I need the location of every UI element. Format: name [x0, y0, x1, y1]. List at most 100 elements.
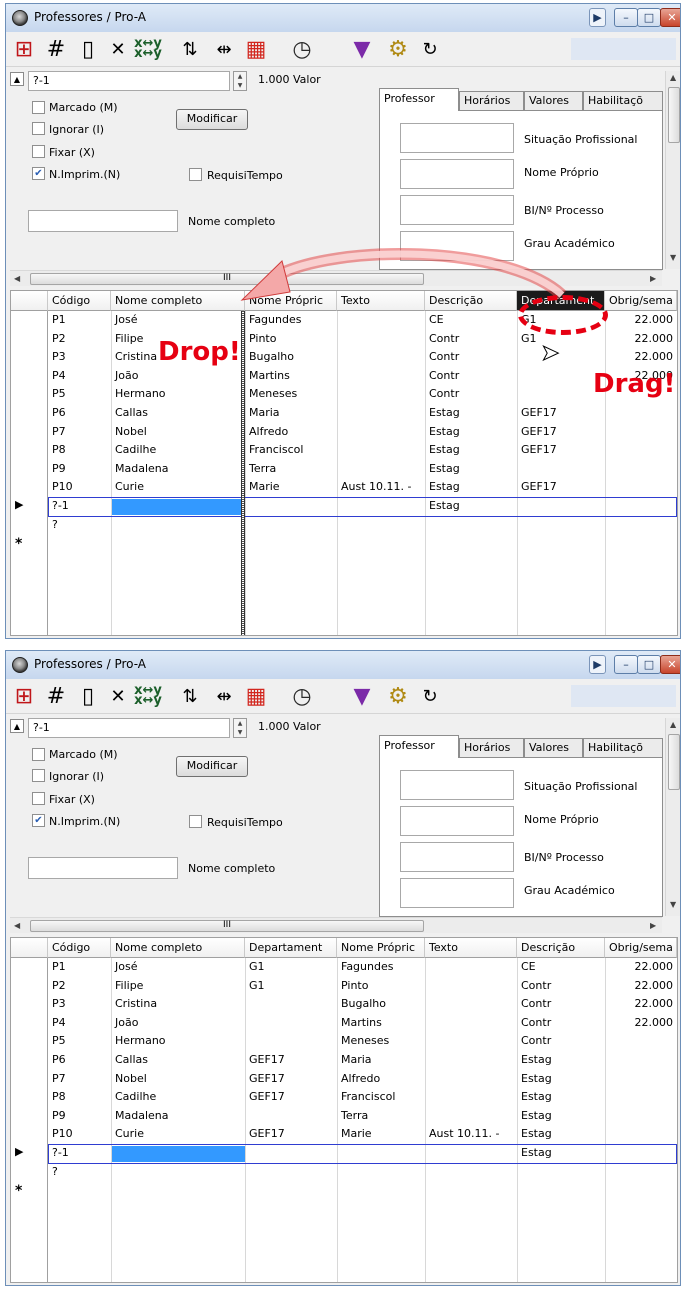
- grid-cell[interactable]: Hermano: [111, 1032, 245, 1050]
- sort-az-icon[interactable]: ⇅: [176, 683, 204, 709]
- grid-cell[interactable]: ?: [48, 1163, 111, 1181]
- grid-cell[interactable]: [605, 1125, 677, 1143]
- grid-cell[interactable]: [425, 1107, 517, 1125]
- play-icon[interactable]: ▶: [589, 655, 606, 674]
- column-header[interactable]: Departament: [245, 938, 337, 958]
- maximize-button[interactable]: □: [637, 655, 661, 674]
- grid-cell[interactable]: [111, 1163, 245, 1181]
- scroll-right-icon[interactable]: ▶: [650, 921, 656, 930]
- grid-select-icon[interactable]: ⊞: [10, 683, 38, 709]
- grid-cell[interactable]: GEF17: [245, 1088, 337, 1106]
- grid-cell[interactable]: Filipe: [111, 977, 245, 995]
- grid-cell[interactable]: Fagundes: [337, 958, 425, 976]
- grid-cell[interactable]: GEF17: [245, 1125, 337, 1143]
- grid-cell[interactable]: [517, 1163, 605, 1181]
- grid-cell[interactable]: P5: [48, 1032, 111, 1050]
- grid-cell[interactable]: [245, 1014, 337, 1032]
- grau-field[interactable]: [400, 878, 514, 908]
- grid-cell[interactable]: [425, 1051, 517, 1069]
- grid-cell[interactable]: [425, 1163, 517, 1181]
- scroll-left-icon[interactable]: ◀: [14, 921, 20, 930]
- grid-cell[interactable]: [111, 1144, 245, 1162]
- tab-professor[interactable]: Professor: [379, 88, 459, 111]
- delete-icon[interactable]: ✕: [104, 683, 132, 709]
- grid-cell[interactable]: 22.000: [605, 995, 677, 1013]
- grid-cell[interactable]: [245, 1163, 337, 1181]
- grid-cell[interactable]: [605, 1051, 677, 1069]
- paint-cup-icon[interactable]: ▼: [348, 683, 376, 709]
- column-header[interactable]: Código: [48, 938, 111, 958]
- chart-icon[interactable]: ▦: [242, 683, 270, 709]
- grid-cell[interactable]: P2: [48, 977, 111, 995]
- tab-professor[interactable]: Professor: [379, 735, 459, 758]
- clock-icon[interactable]: ◷: [288, 683, 316, 709]
- grid-cell[interactable]: 22.000: [605, 977, 677, 995]
- panel-vertical-scrollbar[interactable]: ▲ ▼: [665, 718, 680, 916]
- scroll-down-icon[interactable]: ▼: [670, 900, 676, 909]
- grid-cell[interactable]: Estag: [517, 1125, 605, 1143]
- nome-completo-field[interactable]: [28, 857, 178, 879]
- nome-proprio-field[interactable]: [400, 806, 514, 836]
- grid-cell[interactable]: [425, 1144, 517, 1162]
- grid-cell[interactable]: Bugalho: [337, 995, 425, 1013]
- column-header[interactable]: Nome Própric: [337, 938, 425, 958]
- bi-processo-field[interactable]: [400, 842, 514, 872]
- grid-cell[interactable]: [605, 1032, 677, 1050]
- tab-horarios[interactable]: Horários: [459, 738, 524, 757]
- grid-cell[interactable]: Franciscol: [337, 1088, 425, 1106]
- scroll-up-icon[interactable]: ▲: [670, 720, 676, 729]
- fixar-checkbox[interactable]: [32, 792, 45, 805]
- grid-cell[interactable]: [337, 1163, 425, 1181]
- grid-cell[interactable]: [425, 1070, 517, 1088]
- grid-cell[interactable]: 22.000: [605, 958, 677, 976]
- grid-cell[interactable]: José: [111, 958, 245, 976]
- scroll-thumb[interactable]: [668, 734, 680, 790]
- column-header[interactable]: Texto: [425, 938, 517, 958]
- grid-cell[interactable]: [605, 1070, 677, 1088]
- grid-cell[interactable]: [605, 1163, 677, 1181]
- grid-cell[interactable]: P9: [48, 1107, 111, 1125]
- grid-cell[interactable]: ?-1: [48, 1144, 111, 1162]
- grid-cell[interactable]: Estag: [517, 1051, 605, 1069]
- column-width-icon[interactable]: ⇹: [210, 683, 238, 709]
- grid-cell[interactable]: Terra: [337, 1107, 425, 1125]
- grid-cell[interactable]: [245, 1032, 337, 1050]
- title-bar[interactable]: Professores / Pro-A ▶ – □ ✕: [6, 651, 680, 679]
- grid-cell[interactable]: [605, 1088, 677, 1106]
- grid-cell[interactable]: P6: [48, 1051, 111, 1069]
- teachers-grid[interactable]: Código Nome completo Departament Nome Própr…: [10, 937, 678, 1283]
- grid-cell[interactable]: [605, 1107, 677, 1125]
- grid-cell[interactable]: CE: [517, 958, 605, 976]
- minimize-button[interactable]: –: [614, 655, 638, 674]
- column-header[interactable]: Descrição: [517, 938, 605, 958]
- grid-cell[interactable]: Martins: [337, 1014, 425, 1032]
- marcado-checkbox[interactable]: [32, 748, 45, 761]
- grid-cell[interactable]: [425, 1032, 517, 1050]
- grid-cell[interactable]: [425, 995, 517, 1013]
- grid-cell[interactable]: P3: [48, 995, 111, 1013]
- modificar-button[interactable]: Modificar: [176, 756, 248, 777]
- grid-cell[interactable]: [425, 1088, 517, 1106]
- hscroll-thumb[interactable]: III: [30, 920, 424, 932]
- grid-cell[interactable]: P10: [48, 1125, 111, 1143]
- close-button[interactable]: ✕: [660, 655, 680, 674]
- grid-cell[interactable]: G1: [245, 977, 337, 995]
- grid-cell[interactable]: [245, 1107, 337, 1125]
- tab-valores[interactable]: Valores: [524, 738, 583, 757]
- grid-cell[interactable]: Nobel: [111, 1070, 245, 1088]
- grid-cell[interactable]: Contr: [517, 995, 605, 1013]
- hash-icon[interactable]: #: [42, 683, 70, 709]
- panel-horizontal-scrollbar[interactable]: ◀ III ▶: [10, 917, 662, 933]
- grid-cell[interactable]: [245, 1144, 337, 1162]
- grid-cell[interactable]: GEF17: [245, 1070, 337, 1088]
- refresh-icon[interactable]: ↻: [416, 683, 444, 709]
- grid-cell[interactable]: Curie: [111, 1125, 245, 1143]
- grid-cell[interactable]: P1: [48, 958, 111, 976]
- grid-cell[interactable]: [245, 995, 337, 1013]
- grid-cell[interactable]: [425, 977, 517, 995]
- record-code-field[interactable]: ?-1: [28, 718, 230, 738]
- grid-cell[interactable]: Contr: [517, 1032, 605, 1050]
- grid-cell[interactable]: Contr: [517, 977, 605, 995]
- grid-cell[interactable]: Estag: [517, 1088, 605, 1106]
- grid-cell[interactable]: Alfredo: [337, 1070, 425, 1088]
